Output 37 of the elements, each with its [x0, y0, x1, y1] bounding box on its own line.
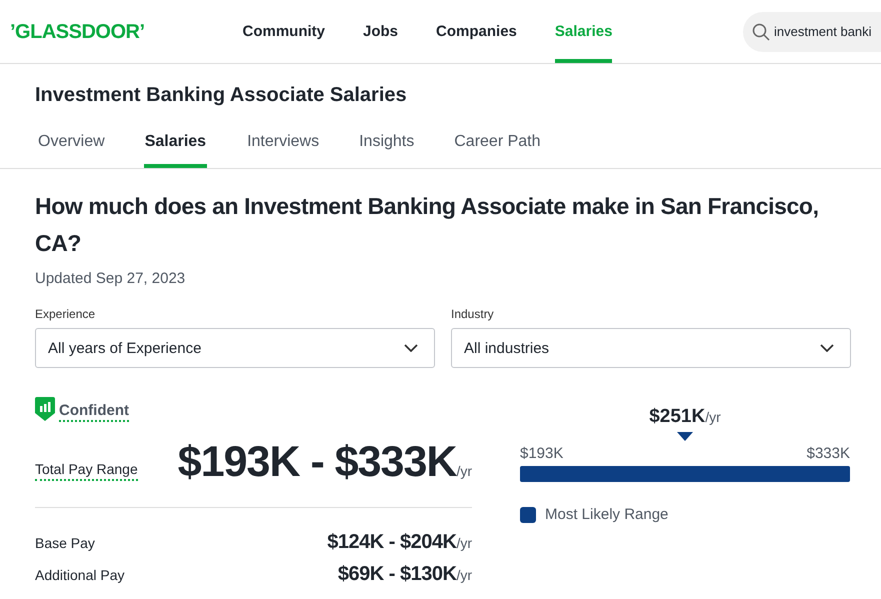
- heading: How much does an Investment Banking Associate make in San Francisco, CA?: [35, 192, 820, 258]
- tab[interactable]: Career Path: [454, 123, 541, 168]
- pay-value: $69K - $130K: [338, 563, 456, 585]
- total-pay-value: $193K - $333K: [178, 438, 456, 486]
- tab[interactable]: Insights: [359, 123, 414, 168]
- unit-label: /yr: [456, 535, 472, 551]
- tab[interactable]: Interviews: [247, 123, 320, 168]
- updated-date: Updated Sep 27, 2023: [35, 270, 186, 287]
- pay-value: $124K - $204K: [327, 531, 456, 553]
- shield-chart-icon: [35, 397, 55, 421]
- total-pay-label[interactable]: Total Pay Range: [35, 461, 138, 481]
- range-min: $193K: [520, 445, 564, 462]
- pay-label: Base Pay: [35, 535, 95, 551]
- unit-label: /yr: [456, 463, 472, 479]
- median-value: $251K: [649, 406, 706, 427]
- range-max: $333K: [806, 445, 850, 462]
- unit-label: /yr: [456, 567, 472, 583]
- filter-dropdown[interactable]: All industries: [451, 328, 851, 368]
- filter-label: Industry: [451, 307, 495, 321]
- tab[interactable]: Salaries: [144, 123, 208, 168]
- confidence-link[interactable]: Confident: [59, 402, 129, 422]
- nav-link[interactable]: Jobs: [363, 0, 398, 63]
- pay-label: Additional Pay: [35, 567, 125, 583]
- unit-label: /yr: [705, 409, 721, 425]
- filter-label: Experience: [35, 307, 96, 321]
- filter-dropdown[interactable]: All years of Experience: [35, 328, 435, 368]
- search-icon: [752, 22, 770, 40]
- nav-link[interactable]: Community: [242, 0, 326, 63]
- page-title: Investment Banking Associate Salaries: [35, 83, 408, 108]
- marker-icon: [677, 432, 693, 441]
- chevron-icon: [820, 344, 834, 352]
- nav-link[interactable]: Companies: [436, 0, 517, 63]
- chevron-icon: [404, 344, 418, 352]
- legend-label: Most Likely Range: [545, 506, 668, 523]
- tab[interactable]: Overview: [38, 123, 105, 168]
- search-field[interactable]: investment banki: [743, 12, 881, 52]
- legend-swatch: [520, 506, 536, 522]
